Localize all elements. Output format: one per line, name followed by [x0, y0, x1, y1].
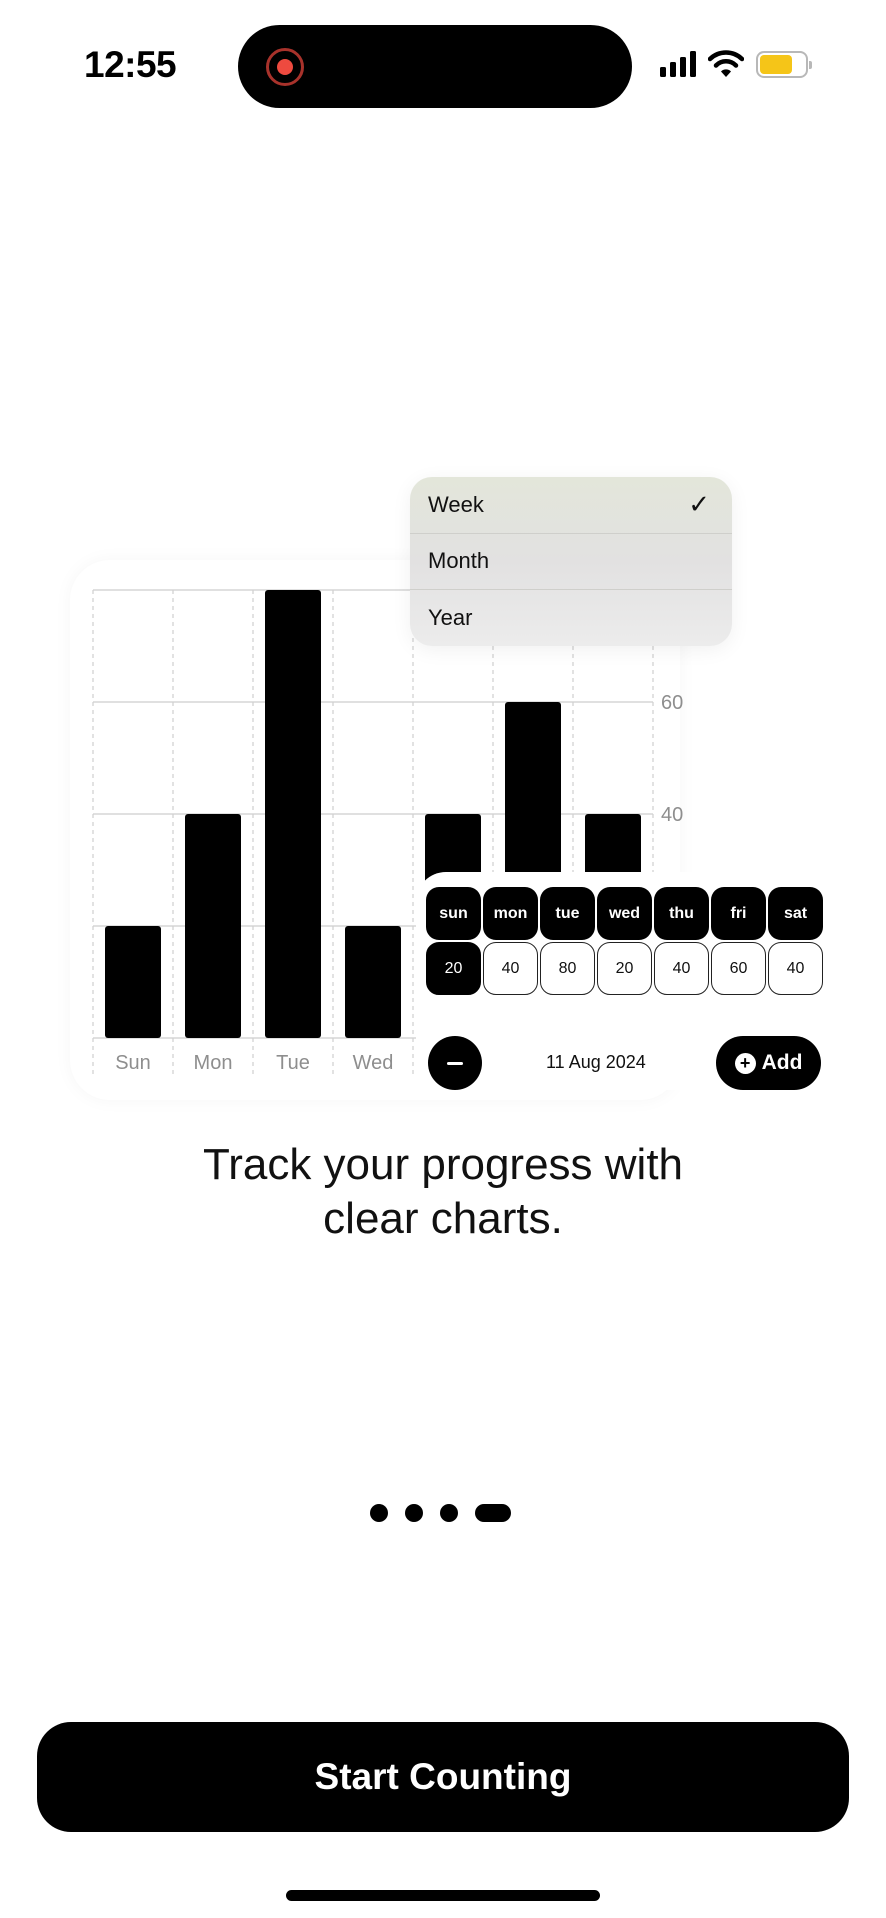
- day-chip-fri[interactable]: fri: [711, 887, 766, 940]
- start-counting-label: Start Counting: [314, 1756, 572, 1797]
- home-indicator[interactable]: [286, 1890, 600, 1901]
- onboarding-headline: Track your progress with clear charts.: [0, 1138, 886, 1246]
- days-row: sun mon tue wed thu fri sat: [426, 887, 823, 940]
- day-chip-mon[interactable]: mon: [483, 887, 538, 940]
- wifi-icon: [708, 50, 744, 77]
- status-icons: [660, 50, 812, 78]
- menu-item-label: Year: [428, 605, 473, 631]
- value-chip-sun[interactable]: 20: [426, 942, 481, 995]
- day-chip-thu[interactable]: thu: [654, 887, 709, 940]
- page-dot-4[interactable]: [475, 1504, 511, 1522]
- day-chip-sat[interactable]: sat: [768, 887, 823, 940]
- value-chip-tue[interactable]: 80: [540, 942, 595, 995]
- period-menu: Week ✓ Month Year: [410, 477, 732, 646]
- headline-text: Track your progress with clear charts.: [202, 1140, 684, 1243]
- add-button-label: Add: [761, 1051, 803, 1074]
- add-button[interactable]: + Add: [716, 1036, 821, 1090]
- screen-recording-icon: [266, 48, 304, 86]
- menu-item-week[interactable]: Week ✓: [410, 477, 732, 534]
- battery-icon: [756, 50, 812, 78]
- plus-circle-icon: +: [734, 1052, 756, 1074]
- menu-item-label: Month: [428, 548, 490, 574]
- minus-icon: [447, 1061, 463, 1065]
- battery-fill: [760, 54, 792, 74]
- value-chip-mon[interactable]: 40: [483, 942, 538, 995]
- page-dot-3[interactable]: [440, 1504, 458, 1522]
- value-chip-fri[interactable]: 60: [711, 942, 766, 995]
- day-chip-tue[interactable]: tue: [540, 887, 595, 940]
- cellular-signal-icon: [660, 51, 696, 77]
- entry-date: 11 Aug 2024: [546, 1052, 646, 1072]
- decrement-button[interactable]: [428, 1036, 482, 1090]
- value-chip-thu[interactable]: 40: [654, 942, 709, 995]
- menu-item-year[interactable]: Year: [410, 590, 732, 646]
- value-chip-sat[interactable]: 40: [768, 942, 823, 995]
- day-chip-wed[interactable]: wed: [597, 887, 652, 940]
- menu-item-label: Week: [428, 491, 484, 517]
- page-indicator[interactable]: [370, 1504, 511, 1522]
- values-row: 20 40 80 20 40 60 40: [426, 942, 823, 995]
- page-dot-1[interactable]: [370, 1504, 388, 1522]
- start-counting-button[interactable]: Start Counting: [37, 1722, 849, 1832]
- dynamic-island: [238, 25, 632, 108]
- status-time: 12:55: [84, 44, 177, 85]
- day-chip-sun[interactable]: sun: [426, 887, 481, 940]
- page-dot-2[interactable]: [405, 1504, 423, 1522]
- checkmark-icon: ✓: [688, 489, 710, 520]
- menu-item-month[interactable]: Month: [410, 534, 732, 590]
- entry-card: sun mon tue wed thu fri sat 20 40 80 20 40 60 40 11 …: [416, 872, 842, 1090]
- value-chip-wed[interactable]: 20: [597, 942, 652, 995]
